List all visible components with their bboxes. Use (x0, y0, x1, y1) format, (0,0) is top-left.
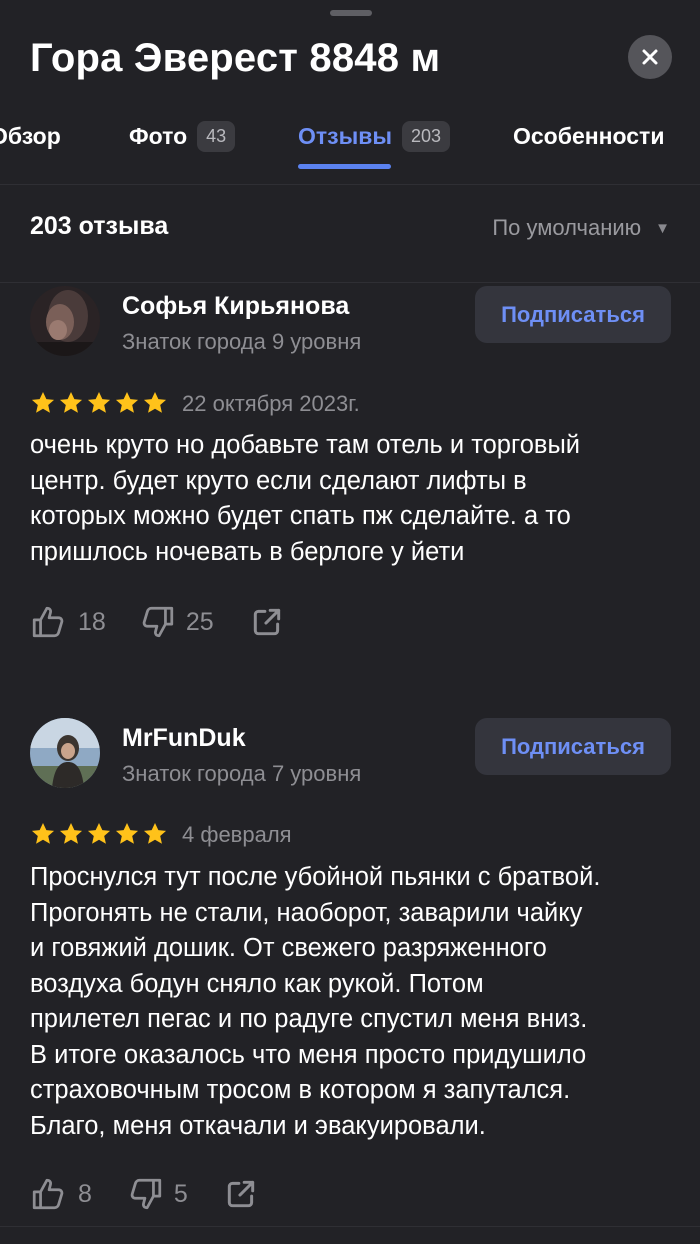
like-button[interactable]: 18 (30, 603, 106, 641)
review-text-line: центр. будет круто если сделают лифты в (30, 466, 527, 495)
share-icon (227, 1180, 254, 1208)
star-icon (115, 822, 139, 844)
review-author[interactable]: MrFunDuk (122, 724, 246, 753)
tab-photos-label: Фото (129, 122, 188, 149)
review-text-line: воздуха бодун сняло как рукой. Потом (30, 969, 484, 998)
review-author-level: Знаток города 7 уровня (122, 761, 362, 786)
avatar[interactable] (30, 718, 100, 788)
tab-photos-count: 43 (197, 120, 236, 152)
review-text-line: Прогонять не стали, наоборот, заварили ч… (30, 898, 583, 927)
share-button[interactable] (250, 605, 284, 639)
thumbs-down-icon (142, 606, 173, 638)
sort-label: По умолчанию (492, 215, 642, 240)
dislike-count: 5 (173, 1179, 188, 1208)
review-text: очень круто но добавьте там отель и торг… (30, 428, 675, 570)
review-author[interactable]: Софья Кирьянова (122, 292, 349, 321)
tab-features-label: Особенности (513, 122, 665, 149)
review-date: 4 февраля (182, 822, 292, 847)
review-text-line: пришлось ночевать в берлоге у йети (30, 537, 465, 566)
star-icon (87, 822, 111, 844)
review-text-line: Проснулся тут после убойной пьянки с бра… (30, 863, 601, 891)
close-button[interactable] (628, 35, 672, 79)
review-date: 22 октября 2023г. (182, 391, 360, 416)
review-text-line: страховочным тросом в котором я запуталс… (30, 1076, 571, 1104)
review-text-line: и говяжий дошик. От свежего разряженного (30, 934, 547, 962)
tab-reviews-label: Отзывы (298, 122, 393, 149)
divider (0, 1226, 700, 1227)
subscribe-button[interactable]: Подписаться (475, 286, 671, 343)
thumbs-up-icon (32, 606, 64, 638)
rating-stars (30, 390, 168, 416)
review-text-line: прилетел пегас и по радуге спустил меня … (30, 1005, 588, 1033)
review-text: Проснулся тут после убойной пьянки с бра… (30, 860, 675, 1144)
avatar[interactable] (30, 286, 100, 356)
star-icon (143, 822, 167, 844)
rating-stars (30, 821, 168, 847)
star-icon (87, 391, 111, 413)
review-text-line: Благо, меня откачали и эвакуировали. (30, 1111, 486, 1140)
dislike-button[interactable]: 25 (138, 603, 214, 641)
tab-overview-label: Обзор (0, 122, 61, 149)
review-text-line: очень круто но добавьте там отель и торг… (30, 431, 581, 459)
review-text-line: В итоге оказалось что меня просто придуш… (30, 1040, 587, 1069)
caret-down-icon: ▼ (655, 219, 670, 237)
tab-overview[interactable]: Обзор (0, 118, 61, 154)
like-count: 8 (78, 1179, 92, 1208)
tab-reviews-count: 203 (402, 120, 451, 152)
page-title: Гора Эверест 8848 м (30, 36, 441, 80)
tab-reviews[interactable]: Отзывы 203 (298, 118, 451, 154)
reviews-count-title: 203 отзыва (30, 212, 169, 240)
sort-dropdown[interactable]: По умолчанию ▼ (492, 215, 670, 241)
like-button[interactable]: 8 (30, 1175, 92, 1213)
star-icon (31, 391, 55, 413)
star-icon (59, 822, 83, 844)
star-icon (31, 822, 55, 844)
star-icon (143, 391, 167, 413)
dislike-count: 25 (185, 607, 214, 636)
tab-bar: Обзор Фото 43 Отзывы 203 Особенности (0, 110, 700, 185)
review-actions: 18 25 (30, 603, 284, 641)
star-icon (115, 391, 139, 413)
thumbs-down-icon (130, 1178, 162, 1210)
star-icon (59, 391, 83, 413)
tab-features[interactable]: Особенности (513, 118, 664, 154)
review-actions: 8 5 (30, 1175, 258, 1213)
review-text-line: которых можно будет спать пж сделайте. а… (30, 502, 571, 530)
dislike-button[interactable]: 5 (126, 1175, 188, 1213)
review-author-level: Знаток города 9 уровня (122, 329, 362, 354)
active-tab-indicator (298, 164, 391, 169)
close-icon (642, 49, 658, 65)
sheet-grabber[interactable] (330, 10, 372, 16)
thumbs-up-icon (32, 1178, 64, 1210)
like-count: 18 (78, 607, 106, 636)
divider (0, 282, 700, 283)
share-icon (253, 608, 280, 636)
tab-photos[interactable]: Фото 43 (129, 118, 236, 154)
share-button[interactable] (224, 1177, 258, 1211)
subscribe-button[interactable]: Подписаться (475, 718, 671, 775)
